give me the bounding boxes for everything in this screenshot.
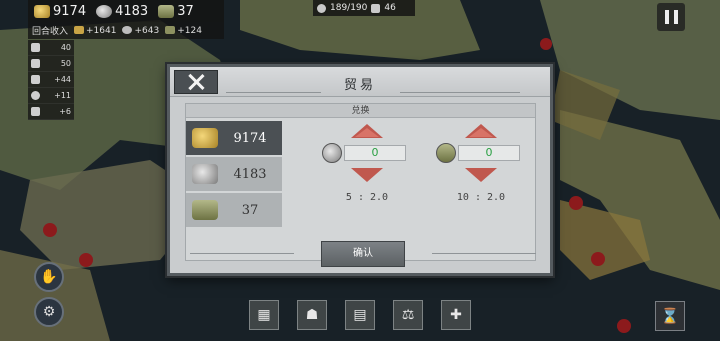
pause-icon-bar (664, 10, 669, 24)
exchange-header: 兑换 (186, 104, 535, 118)
income-silver-value: +643 (134, 25, 160, 36)
stat-value: +44 (54, 75, 71, 84)
silver-icon (192, 164, 218, 184)
modal-header: 贸易 (170, 67, 550, 97)
increase-arrow-button[interactable] (351, 124, 383, 138)
decrease-arrow-button[interactable] (351, 168, 383, 182)
turn-income-bar: 回合收入 +1641 +643 +124 (28, 22, 224, 39)
stat-value: 40 (60, 43, 71, 52)
general-icon: ☗ (305, 307, 319, 323)
army-status-bar: 189/190 46 (313, 0, 415, 16)
supply-exchange-ratio: 10 : 2.0 (456, 192, 506, 203)
silver-exchange-value[interactable]: 0 (344, 145, 406, 161)
card-count: 46 (384, 3, 396, 13)
silver-icon (322, 143, 342, 163)
income-supply-value: +124 (177, 25, 202, 36)
gold-value: 9174 (233, 130, 267, 146)
footer-divider (190, 253, 294, 254)
hourglass-icon: ⌛ (660, 307, 680, 325)
pause-button[interactable] (657, 3, 685, 31)
decrease-arrow-button[interactable] (465, 168, 497, 182)
stat-row: +44 (28, 72, 74, 88)
gold-resource: 9174 (34, 4, 86, 19)
tech-icon: ✚ (450, 307, 462, 323)
trade-modal: 贸易 兑换 9174 4183 37 0 5 : 2.0 0 10: 2.0 … (167, 64, 553, 276)
gold-icon (34, 4, 50, 18)
silver-icon (96, 4, 113, 18)
pause-icon-bar (673, 10, 678, 24)
resource-bar: 9174 4183 37 (28, 0, 224, 22)
resource-row-silver[interactable]: 4183 (186, 157, 282, 191)
resource-row-gold[interactable]: 9174 (186, 121, 282, 155)
settings-button[interactable]: ⚙ (34, 297, 64, 327)
silver-exchanger: 0 5 : 2.0 (322, 124, 412, 203)
income-label: 回合收入 (32, 27, 69, 37)
scales-icon: ⚖ (401, 307, 415, 323)
supply-icon (192, 200, 218, 220)
scroll-icon (31, 107, 40, 116)
policy-button[interactable]: ▤ (345, 300, 375, 330)
stat-row: +6 (28, 104, 74, 120)
diplomacy-button[interactable]: ✋ (34, 262, 64, 292)
supply-exchanger: 0 10 : 2.0 (436, 124, 526, 203)
troops-icon (317, 3, 326, 13)
silver-icon (122, 26, 133, 34)
gear-icon (31, 91, 40, 100)
stat-panel: 40 50 +44 +11 +6 (28, 40, 74, 120)
build-button[interactable]: ▦ (249, 300, 279, 330)
stat-value: 50 (60, 59, 71, 68)
troops-count: 189/190 (330, 3, 368, 13)
stat-row: +11 (28, 88, 74, 104)
supply-resource: 37 (158, 4, 194, 19)
income-supply: +124 (165, 26, 202, 36)
resource-row-supply[interactable]: 37 (186, 193, 282, 227)
gold-amount: 9174 (53, 3, 87, 19)
bottom-toolbar: ▦ ☗ ▤ ⚖ ✚ (249, 300, 471, 330)
income-silver: +643 (122, 26, 159, 36)
stat-value: +11 (54, 91, 71, 100)
supply-amount: 37 (177, 3, 194, 19)
industry-icon (31, 75, 40, 84)
castle-icon (31, 59, 40, 68)
handshake-icon: ✋ (40, 269, 58, 285)
end-turn-button[interactable]: ⌛ (655, 301, 685, 331)
supply-icon (436, 143, 456, 163)
gold-icon (192, 128, 218, 148)
supply-icon (158, 4, 175, 18)
trade-button[interactable]: ⚖ (393, 300, 423, 330)
income-gold: +1641 (74, 26, 116, 36)
tech-button[interactable]: ✚ (441, 300, 471, 330)
stat-row: 40 (28, 40, 74, 56)
supply-value: 37 (241, 202, 259, 218)
silver-resource: 4183 (96, 4, 148, 19)
supply-icon (165, 26, 176, 34)
gear-icon: ⚙ (42, 304, 56, 320)
silver-value: 4183 (233, 166, 267, 182)
footer-divider (432, 253, 536, 254)
exchange-panel: 兑换 9174 4183 37 0 5 : 2.0 0 10: 2.0 (185, 103, 536, 261)
silver-amount: 4183 (115, 3, 149, 19)
modal-title: 贸易 (343, 78, 376, 93)
confirm-button[interactable]: 确认 (321, 241, 405, 267)
general-button[interactable]: ☗ (297, 300, 327, 330)
gold-icon (74, 26, 85, 34)
income-gold-value: +1641 (86, 25, 117, 36)
supply-exchange-value[interactable]: 0 (458, 145, 520, 161)
building-icon: ▦ (257, 307, 271, 323)
title-divider (400, 92, 520, 93)
soldier-icon (31, 43, 40, 52)
increase-arrow-button[interactable] (465, 124, 497, 138)
card-icon: ▤ (353, 307, 367, 323)
silver-exchange-ratio: 5 : 2.0 (345, 192, 389, 203)
card-icon (371, 3, 381, 13)
stat-row: 50 (28, 56, 74, 72)
stat-value: +6 (59, 107, 71, 116)
